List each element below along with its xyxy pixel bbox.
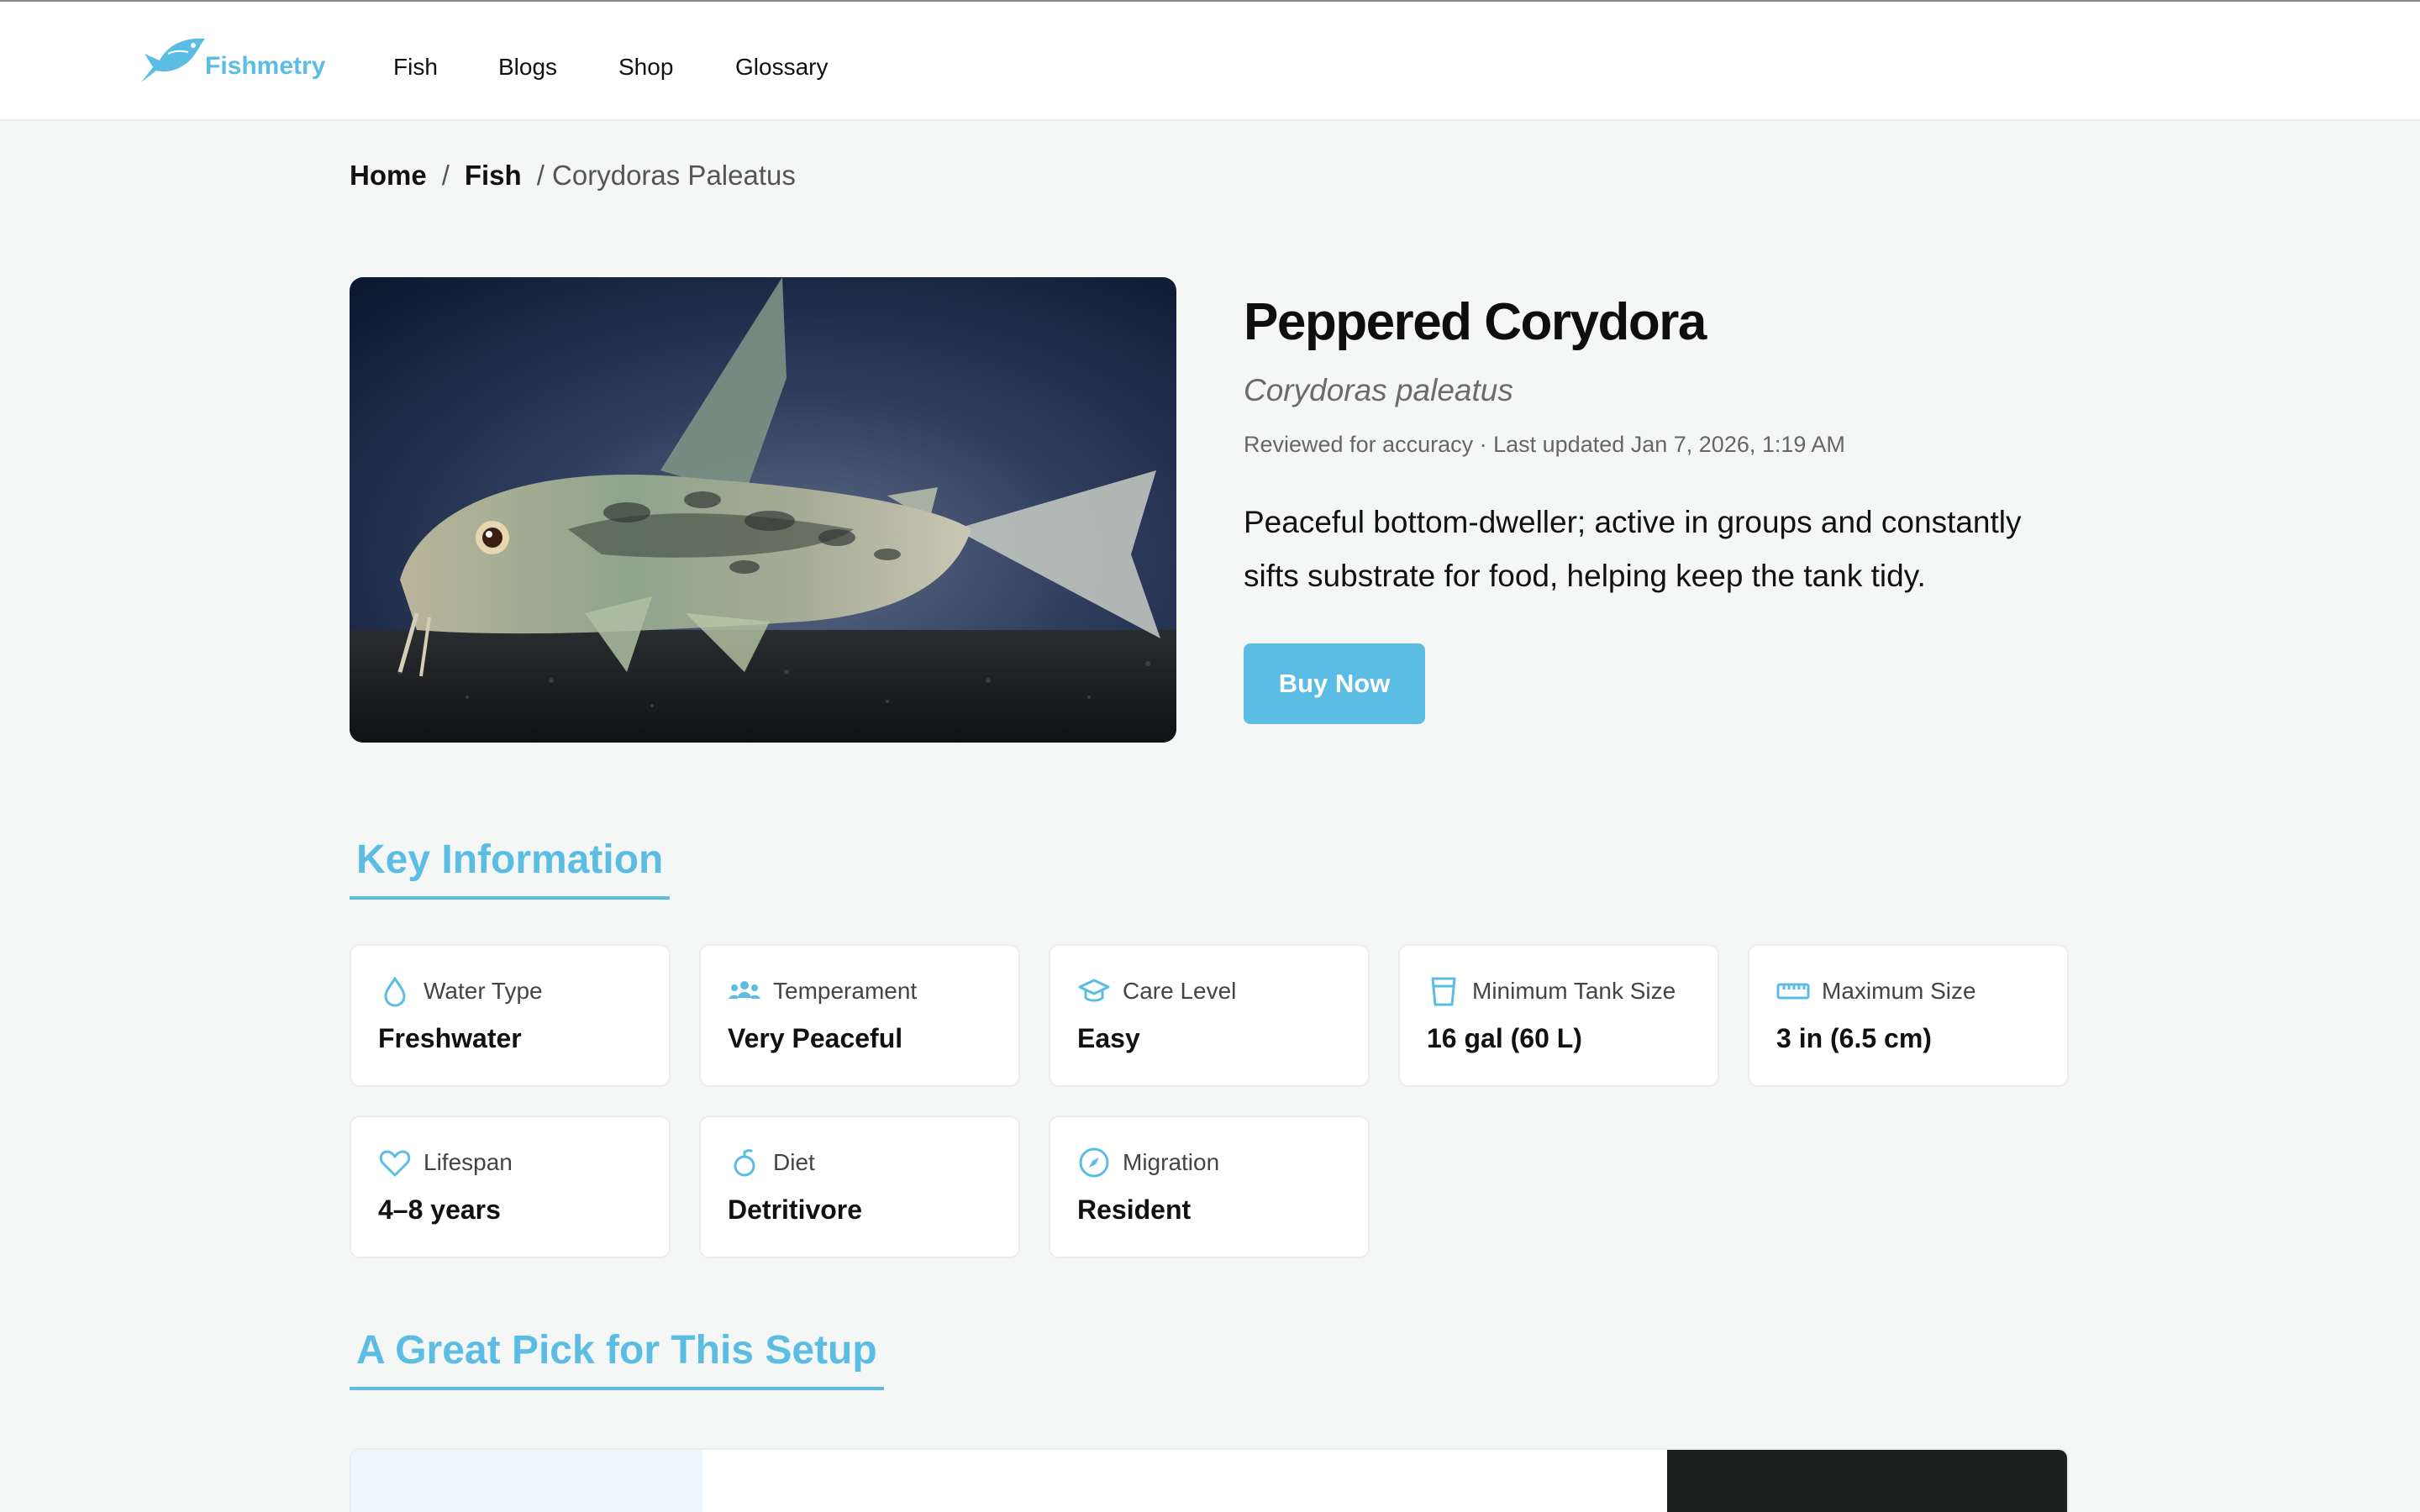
fish-photo xyxy=(350,277,1176,743)
info-card-water-type: Water Type Freshwater xyxy=(350,944,671,1087)
info-card-migration: Migration Resident xyxy=(1049,1116,1370,1258)
card-value: 4–8 years xyxy=(378,1194,501,1225)
info-card-max-size: Maximum Size 3 in (6.5 cm) xyxy=(1748,944,2069,1087)
fish-description: Peaceful bottom-dweller; active in group… xyxy=(1244,505,2022,593)
buy-now-button[interactable]: Buy Now xyxy=(1244,643,1425,724)
breadcrumb-fish[interactable]: Fish xyxy=(465,160,522,192)
nav-glossary[interactable]: Glossary xyxy=(735,54,828,81)
setup-panel-left xyxy=(351,1450,702,1512)
card-value: Freshwater xyxy=(378,1023,522,1053)
group-icon xyxy=(728,974,761,1008)
ruler-icon xyxy=(1776,974,1810,1008)
card-label: Care Level xyxy=(1123,978,1237,1004)
card-value: 3 in (6.5 cm) xyxy=(1776,1023,1932,1053)
card-label: Diet xyxy=(773,1149,815,1175)
card-value: Very Peaceful xyxy=(728,1023,903,1053)
graduation-cap-icon xyxy=(1077,974,1111,1008)
setup-panel xyxy=(350,1448,2069,1512)
card-value: Detritivore xyxy=(728,1194,863,1225)
tank-icon xyxy=(1427,974,1460,1008)
brand-logo[interactable]: Fishmetry xyxy=(134,30,325,91)
key-information-heading: Key Information xyxy=(350,837,671,900)
card-label: Lifespan xyxy=(424,1149,513,1175)
card-value: Resident xyxy=(1077,1194,1192,1225)
fish-logo-icon xyxy=(141,38,205,82)
card-label: Temperament xyxy=(773,978,918,1004)
setup-heading: A Great Pick for This Setup xyxy=(350,1327,884,1390)
setup-panel-image xyxy=(1667,1450,2067,1512)
card-label: Minimum Tank Size xyxy=(1472,978,1676,1004)
scientific-name: Corydoras paleatus xyxy=(1244,373,1513,407)
site-header: Fishmetry Fish Blogs Shop Glossary xyxy=(0,2,2420,121)
info-card-diet: Diet Detritivore xyxy=(699,1116,1020,1258)
card-value: Easy xyxy=(1077,1023,1140,1053)
brand-name: Fishmetry xyxy=(205,52,326,80)
compass-icon xyxy=(1077,1146,1111,1179)
breadcrumb: Home / Fish / Corydoras Paleatus xyxy=(350,160,796,192)
page-title: Peppered Corydora xyxy=(1244,293,1707,351)
card-label: Water Type xyxy=(424,978,543,1004)
info-card-lifespan: Lifespan 4–8 years xyxy=(350,1116,671,1258)
food-icon xyxy=(728,1146,761,1179)
info-card-care-level: Care Level Easy xyxy=(1049,944,1370,1087)
nav-shop[interactable]: Shop xyxy=(618,54,673,81)
breadcrumb-separator: / xyxy=(441,160,450,191)
breadcrumb-current: / Corydoras Paleatus xyxy=(536,160,796,191)
card-label: Migration xyxy=(1123,1149,1220,1175)
heart-icon xyxy=(378,1146,412,1179)
review-meta: Reviewed for accuracy · Last updated Jan… xyxy=(1244,432,1845,457)
nav-fish[interactable]: Fish xyxy=(393,54,438,81)
info-card-temperament: Temperament Very Peaceful xyxy=(699,944,1020,1087)
card-value: 16 gal (60 L) xyxy=(1427,1023,1582,1053)
nav-blogs[interactable]: Blogs xyxy=(498,54,557,81)
card-label: Maximum Size xyxy=(1822,978,1976,1004)
water-drop-icon xyxy=(378,974,412,1008)
info-card-min-tank-size: Minimum Tank Size 16 gal (60 L) xyxy=(1398,944,1719,1087)
breadcrumb-home[interactable]: Home xyxy=(350,160,427,192)
